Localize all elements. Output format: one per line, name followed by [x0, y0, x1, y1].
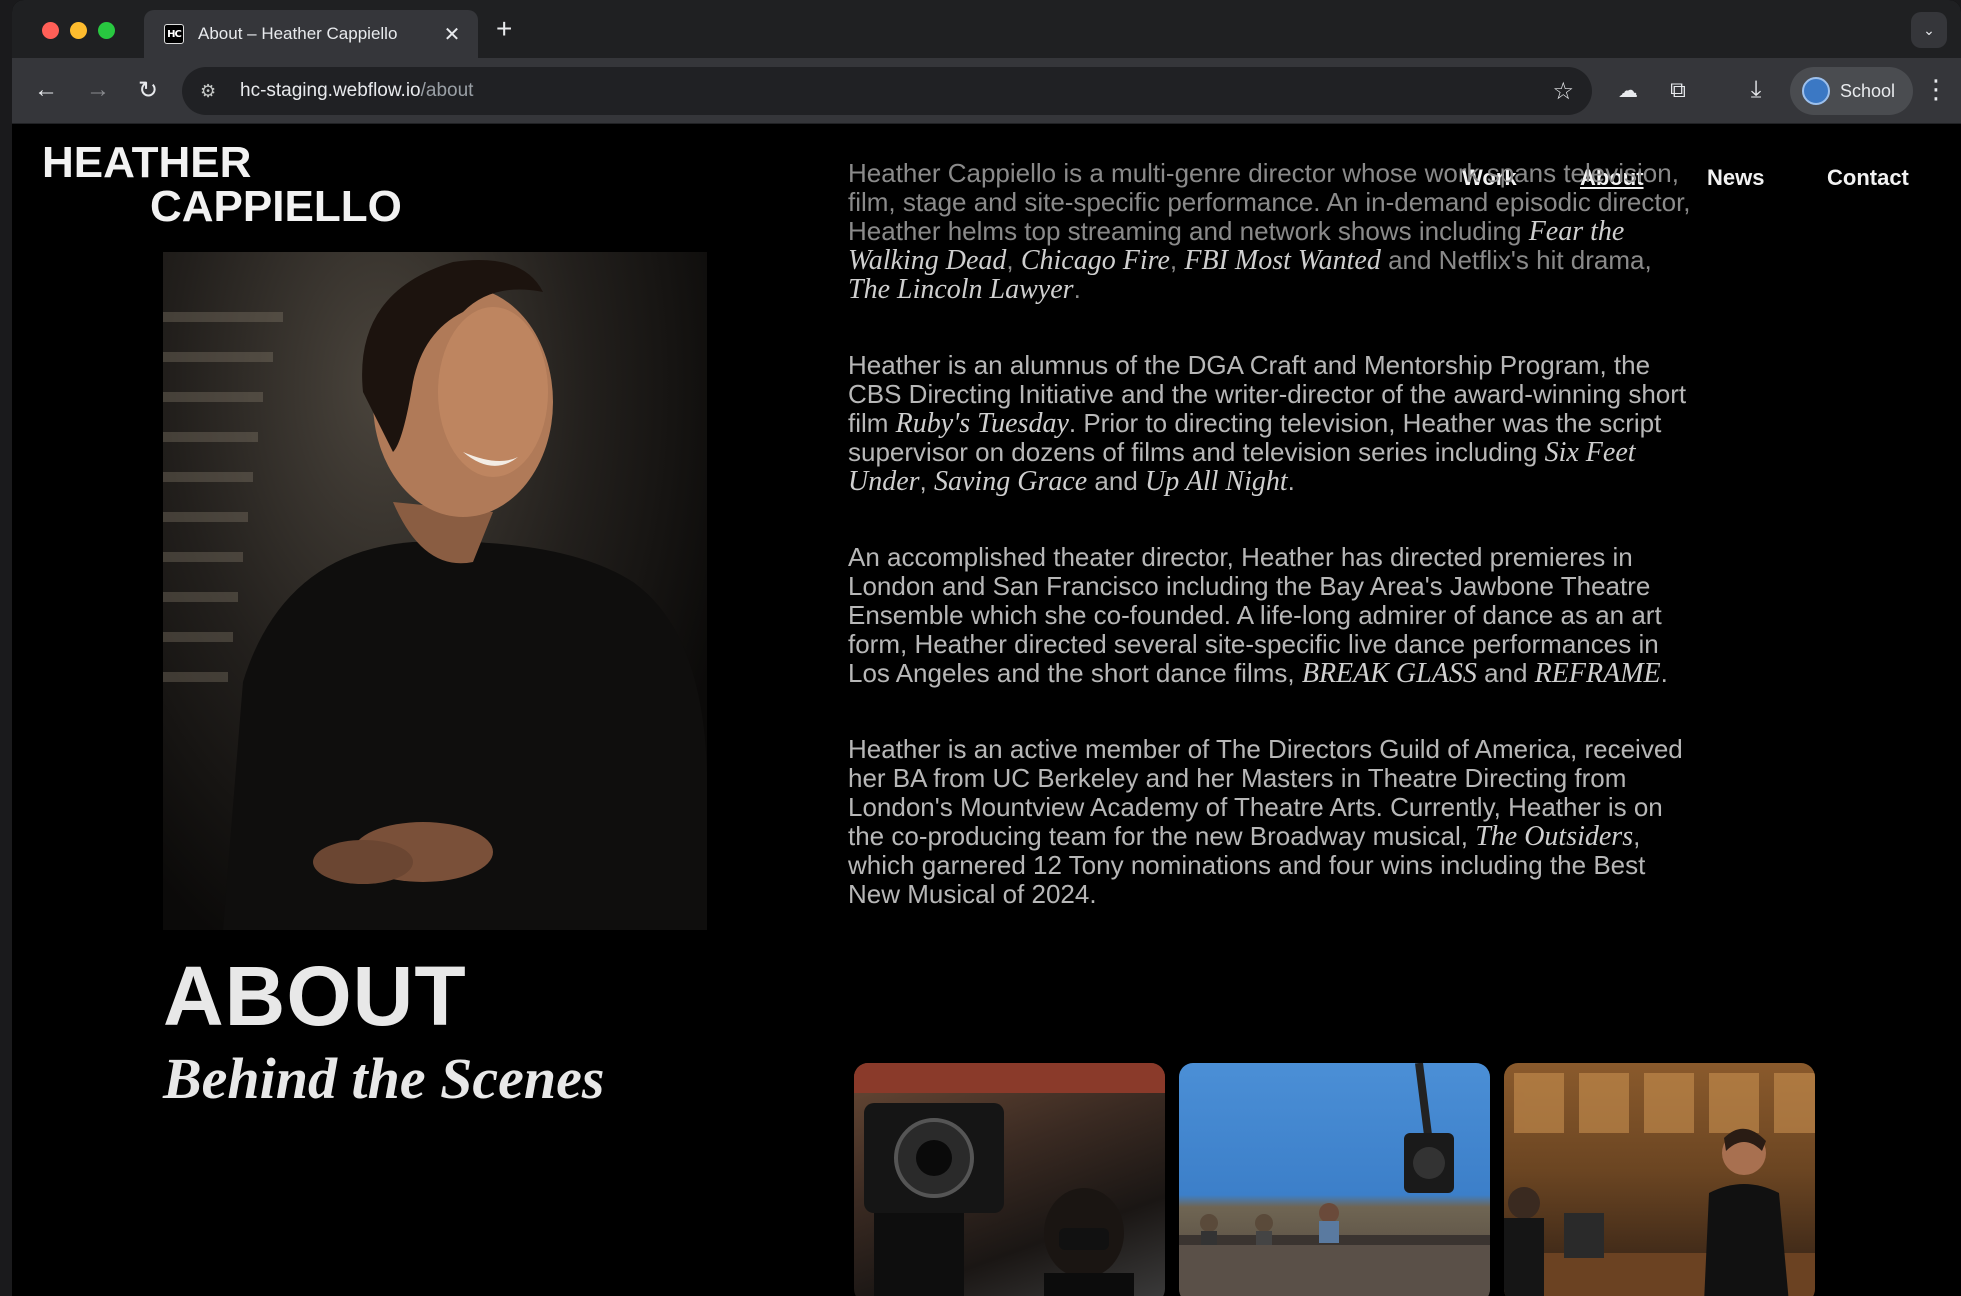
crane-shot-illustration: [1179, 1063, 1490, 1296]
portrait-illustration: [163, 260, 707, 930]
logo-line-1: HEATHER: [42, 138, 252, 187]
url-path: /about: [420, 80, 474, 101]
bio-paragraph-3: An accomplished theater director, Heathe…: [848, 542, 1668, 689]
camera-crew-illustration: [854, 1063, 1165, 1296]
maximize-window-button[interactable]: [98, 22, 115, 39]
site-favicon-icon: HC: [164, 24, 184, 44]
tab-close-icon[interactable]: ✕: [440, 22, 464, 47]
profile-avatar-icon: [1801, 77, 1830, 105]
bio-text: Heather Cappiello is a multi-genre direc…: [848, 159, 1698, 956]
logo-line-2: CAPPIELLO: [150, 182, 402, 231]
forward-arrow-icon[interactable]: →: [82, 74, 114, 106]
bts-photo-camera[interactable]: [854, 1063, 1165, 1296]
bio-paragraph-2: Heather is an alumnus of the DGA Craft a…: [848, 350, 1687, 497]
courtroom-illustration: [1504, 1073, 1815, 1296]
address-bar[interactable]: ⚙ hc-staging.webflow.io/about ☆: [182, 67, 1592, 115]
browser-menu-icon[interactable]: ⋮: [1923, 74, 1949, 105]
bts-photo-courtroom[interactable]: [1504, 1063, 1815, 1296]
profile-button[interactable]: School: [1789, 67, 1913, 115]
extensions-puzzle-icon[interactable]: ⧉: [1662, 74, 1694, 106]
page-title: ABOUT: [163, 949, 467, 1043]
web-page: HEATHER CAPPIELLO Work About News Contac…: [12, 125, 1961, 1296]
cloud-icon[interactable]: ☁: [1612, 74, 1644, 106]
browser-window: HC About – Heather Cappiello ✕ + ⌄ ← → ↻…: [12, 0, 1961, 1296]
download-icon[interactable]: ⤓: [1740, 74, 1772, 106]
url-text[interactable]: hc-staging.webflow.io/about: [240, 80, 1552, 102]
bts-photo-crane[interactable]: [1179, 1063, 1490, 1296]
close-window-button[interactable]: [42, 22, 59, 39]
portrait-photo: [163, 252, 707, 930]
reload-icon[interactable]: ↻: [132, 74, 164, 106]
tab-title: About – Heather Cappiello: [198, 24, 398, 43]
url-host: hc-staging.webflow.io: [240, 80, 421, 101]
site-settings-icon[interactable]: ⚙: [200, 81, 226, 102]
minimize-window-button[interactable]: [70, 22, 87, 39]
bio-paragraph-4: Heather is an active member of The Direc…: [848, 734, 1683, 909]
browser-toolbar: ← → ↻ ⚙ hc-staging.webflow.io/about ☆ ☁ …: [12, 58, 1961, 124]
page-subtitle: Behind the Scenes: [163, 1046, 605, 1111]
profile-label: School: [1839, 80, 1895, 101]
browser-tab-active[interactable]: HC About – Heather Cappiello ✕: [144, 10, 478, 58]
back-arrow-icon[interactable]: ←: [30, 74, 62, 106]
tab-search-chevron-icon[interactable]: ⌄: [1911, 12, 1947, 48]
nav-contact-link[interactable]: Contact: [1827, 165, 1909, 191]
bookmark-star-icon[interactable]: ☆: [1552, 77, 1574, 106]
tab-strip: HC About – Heather Cappiello ✕ + ⌄: [12, 0, 1961, 58]
nav-news-link[interactable]: News: [1707, 165, 1764, 191]
new-tab-button[interactable]: +: [496, 14, 512, 44]
site-logo[interactable]: HEATHER CAPPIELLO: [42, 141, 402, 229]
bio-paragraph-1: Heather Cappiello is a multi-genre direc…: [848, 158, 1691, 305]
